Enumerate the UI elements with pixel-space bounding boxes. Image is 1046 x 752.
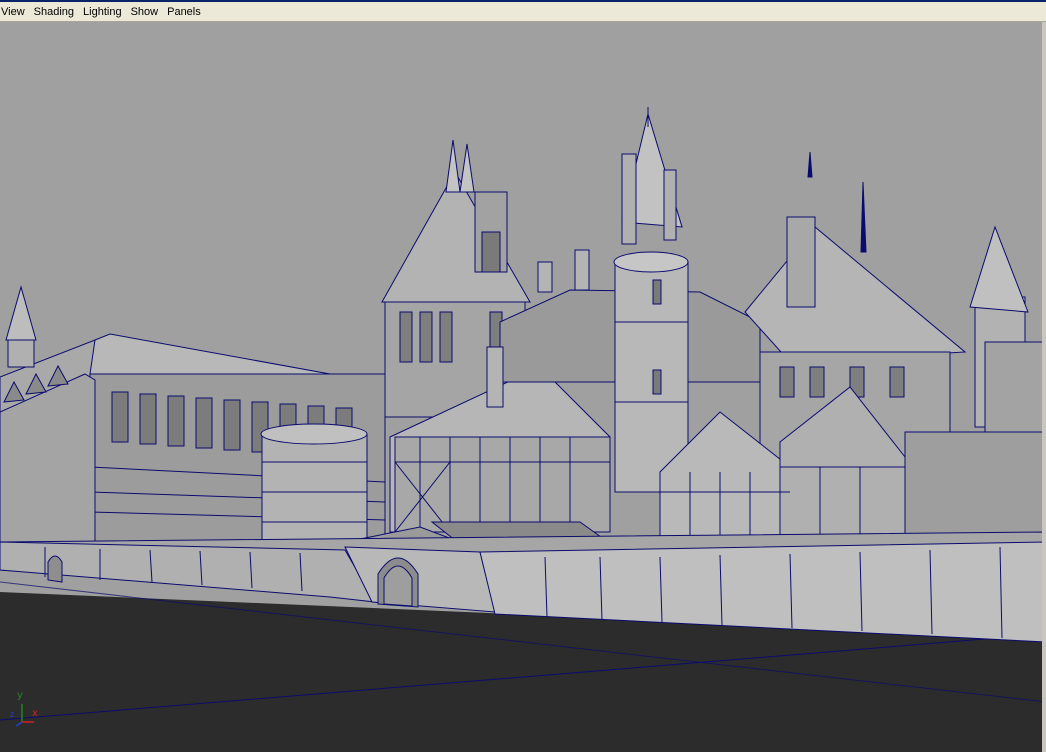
viewport-menubar: View Shading Lighting Show Panels (0, 0, 1046, 22)
menu-panels[interactable]: Panels (163, 3, 206, 21)
menu-view[interactable]: View (0, 3, 30, 21)
axis-y-label: y (17, 690, 23, 701)
viewport-border (1042, 22, 1046, 752)
axis-gizmo: y x z (8, 690, 48, 734)
menu-shading[interactable]: Shading (30, 3, 79, 21)
menu-lighting[interactable]: Lighting (79, 3, 127, 21)
3d-viewport[interactable]: y x z (0, 22, 1046, 752)
axis-x-label: x (32, 708, 38, 719)
maya-viewport-window: View Shading Lighting Show Panels y x z (0, 0, 1046, 752)
menu-show[interactable]: Show (127, 3, 164, 21)
castle-model (0, 107, 1046, 643)
axis-z-label: z (10, 710, 15, 719)
castle-scene (0, 107, 1046, 752)
